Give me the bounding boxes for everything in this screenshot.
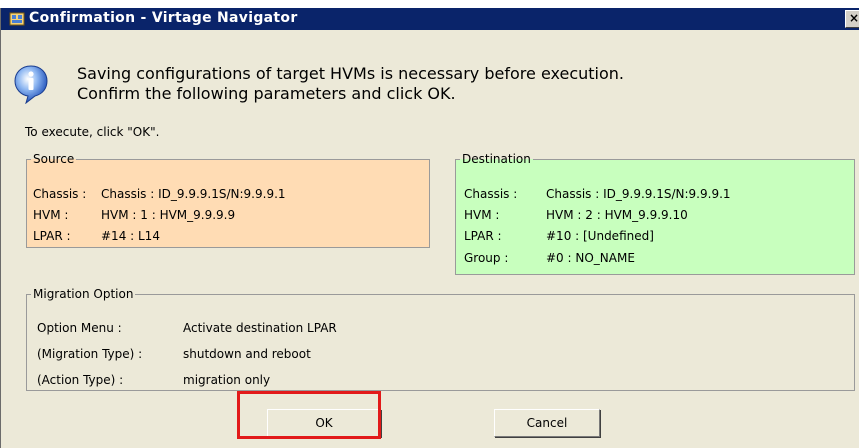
app-window-icon [9,12,25,26]
source-chassis-value: Chassis : ID_9.9.9.1S/N:9.9.9.1 [101,187,286,201]
source-group: Source Chassis : Chassis : ID_9.9.9.1S/N… [26,152,430,248]
confirmation-dialog: Confirmation - Virtage Navigator × Savin… [0,8,859,448]
destination-lpar-value: #10 : [Undefined] [546,229,654,243]
source-legend: Source [33,152,75,166]
source-hvm-label: HVM : [33,208,69,222]
window-title: Confirmation - Virtage Navigator [29,10,298,26]
destination-chassis-label: Chassis : [464,187,518,201]
migration-option-group: Migration Option Option Menu : Activate … [26,287,855,391]
action-type-value: migration only [183,373,271,387]
destination-chassis-value: Chassis : ID_9.9.9.1S/N:9.9.9.1 [546,187,731,201]
destination-lpar-label: LPAR : [464,229,502,243]
confirmation-message: Saving configurations of target HVMs is … [77,64,624,104]
destination-legend: Destination [462,152,531,166]
destination-group-label: Group : [464,251,509,265]
destination-hvm-value: HVM : 2 : HVM_9.9.9.10 [546,208,688,222]
action-type-label: (Action Type) : [37,373,124,387]
destination-group-value: #0 : NO_NAME [546,251,635,265]
message-line-2: Confirm the following parameters and cli… [77,84,456,103]
info-icon [14,65,48,104]
source-hvm-value: HVM : 1 : HVM_9.9.9.9 [101,208,236,222]
ok-button[interactable]: OK [267,409,381,437]
source-lpar-label: LPAR : [33,229,71,243]
migration-option-legend: Migration Option [33,287,134,301]
destination-hvm-label: HVM : [464,208,500,222]
migration-type-value: shutdown and reboot [183,347,311,361]
message-line-1: Saving configurations of target HVMs is … [77,64,624,83]
close-button[interactable]: × [845,10,859,28]
source-chassis-label: Chassis : [33,187,87,201]
migration-type-label: (Migration Type) : [37,347,143,361]
title-bar[interactable]: Confirmation - Virtage Navigator × [1,8,859,30]
source-lpar-value: #14 : L14 [101,229,160,243]
option-menu-label: Option Menu : [37,321,122,335]
destination-group: Destination Chassis : Chassis : ID_9.9.9… [455,152,855,275]
execute-note: To execute, click "OK". [25,125,160,139]
option-menu-value[interactable]: Activate destination LPAR [183,321,337,335]
cancel-button[interactable]: Cancel [494,409,600,437]
